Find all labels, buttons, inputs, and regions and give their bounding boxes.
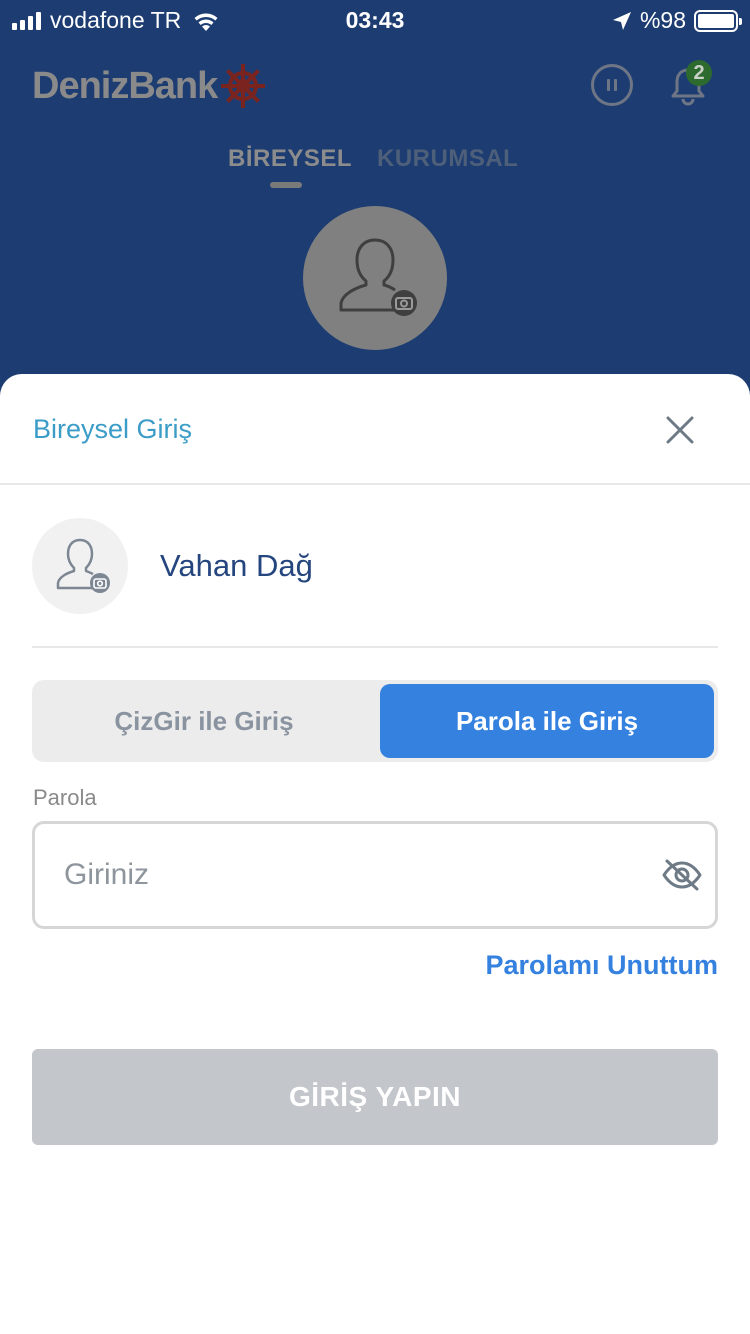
user-name: Vahan Dağ [160, 548, 313, 583]
status-bar: vodafone TR 03:43 %98 [0, 0, 750, 40]
password-login-option[interactable]: Parola ile Giriş [380, 684, 714, 758]
password-field [32, 821, 718, 929]
pause-button[interactable] [591, 64, 633, 106]
battery-icon [694, 9, 742, 32]
sheet-header: Bireysel Giriş [0, 374, 750, 485]
location-arrow-icon [612, 11, 631, 30]
password-label: Parola [33, 785, 97, 810]
close-icon[interactable] [660, 410, 700, 450]
tab-bireysel[interactable]: BİREYSEL [228, 145, 352, 173]
eye-slash-icon[interactable] [661, 857, 703, 893]
ship-wheel-icon [221, 64, 266, 108]
denizbank-logo: DenizBank [32, 62, 267, 110]
user-row: Vahan Dağ [32, 516, 718, 648]
sheet-title: Bireysel Giriş [33, 414, 193, 444]
profile-avatar[interactable] [303, 206, 447, 350]
user-avatar[interactable] [32, 518, 128, 614]
cizgir-login-option[interactable]: ÇizGir ile Giriş [32, 680, 376, 762]
status-right: %98 [612, 7, 742, 34]
battery-percent: %98 [639, 7, 686, 33]
user-camera-icon [339, 238, 417, 316]
notification-badge: 2 [686, 60, 712, 86]
tab-kurumsal[interactable]: KURUMSAL [377, 145, 518, 173]
user-camera-icon [56, 538, 110, 593]
password-input[interactable] [64, 849, 654, 901]
login-button[interactable]: GİRİŞ YAPIN [32, 1049, 718, 1145]
login-method-segment: ÇizGir ile Giriş Parola ile Giriş [32, 680, 718, 762]
logo-text: DenizBank [32, 64, 218, 107]
login-sheet: Bireysel Giriş Vahan Dağ ÇizGir ile Giri… [0, 374, 750, 1334]
forgot-password-link[interactable]: Parolamı Unuttum [485, 950, 718, 981]
account-type-tabs: BİREYSEL KURUMSAL [0, 145, 750, 195]
app-header: DenizBank 2 [0, 50, 750, 140]
tab-indicator [270, 182, 302, 188]
